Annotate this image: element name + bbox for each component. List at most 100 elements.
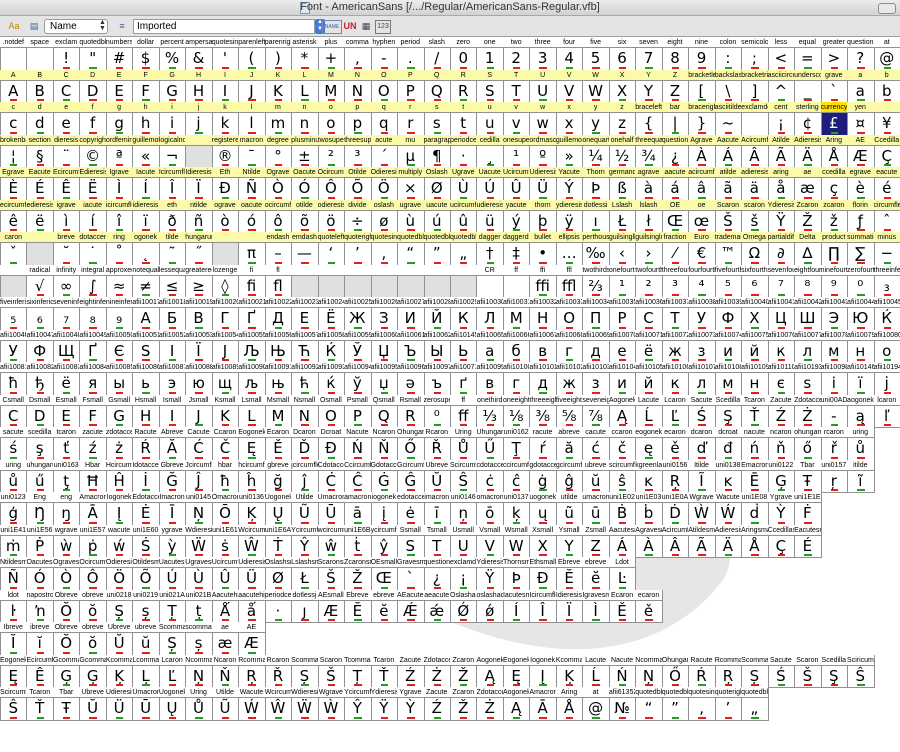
glyph-mark xyxy=(89,391,97,394)
glyph-name-label: afii10032 xyxy=(529,297,557,308)
glyph-mark xyxy=(248,359,256,361)
glyph-mark xyxy=(460,359,468,361)
glyph-name-label: afii10062 xyxy=(423,329,451,341)
glyph-mark xyxy=(565,261,574,264)
glyph-name-label: Ethsmall xyxy=(529,557,557,568)
glyph-mark xyxy=(327,554,336,556)
glyph-mark xyxy=(168,651,177,654)
glyph-mark xyxy=(486,131,494,134)
glyph-mark xyxy=(380,619,389,621)
glyph-name-label: Otildesmall xyxy=(132,557,160,568)
glyph-name-label xyxy=(0,264,28,276)
glyph-mark xyxy=(618,521,627,524)
glyph-source-field[interactable]: Imported ▲ ▼ xyxy=(133,19,325,34)
glyph-mark xyxy=(354,619,362,621)
glyph-mark xyxy=(195,651,203,654)
glyph-name-label: germandbls xyxy=(608,167,637,178)
glyph-mark xyxy=(274,326,283,329)
glyph-name-label: Nsmall xyxy=(291,394,319,406)
glyph-name-label: U xyxy=(529,69,557,81)
unicode-mode-icon[interactable]: UN xyxy=(343,20,357,32)
glyph-name-label: fivefourthsuperior xyxy=(714,264,743,276)
glyph-mark xyxy=(221,424,230,426)
glyph-mark xyxy=(274,554,283,556)
glyph-name-label: uacute xyxy=(423,199,451,211)
glyph-mark xyxy=(10,261,18,264)
glyph-name-label: B xyxy=(26,69,54,81)
glyph-mark xyxy=(142,131,150,134)
glyph-name-label: napostrophe xyxy=(26,589,54,601)
glyph-mark xyxy=(195,196,203,199)
glyph-mark xyxy=(10,489,18,491)
glyph-name-label: Aogonek xyxy=(502,687,531,698)
sort-mode-select[interactable]: Name ▲ ▼ xyxy=(44,19,108,34)
filter-icon[interactable]: ▤ xyxy=(28,20,40,32)
glyph-name-label: Scedilla xyxy=(714,394,743,406)
glyph-name-label: exclamdownsmall xyxy=(450,557,478,568)
glyph-mark xyxy=(433,554,441,556)
glyph-mark xyxy=(592,489,600,491)
glyph-name-label: Eogonek xyxy=(238,427,266,438)
glyph-name-label: Acircumflexsmall xyxy=(661,524,690,536)
glyph-name-label: at xyxy=(873,37,900,48)
glyph-mark xyxy=(724,716,733,719)
glyph-mark xyxy=(248,164,256,166)
glyph-mark xyxy=(645,521,653,524)
glyph-mark xyxy=(460,684,468,686)
glyph-name-label xyxy=(873,102,900,113)
glyph-mark xyxy=(618,456,627,459)
glyph-mark xyxy=(751,326,759,329)
glyph-name-label: section xyxy=(26,134,54,146)
glyph-mark xyxy=(539,196,547,199)
grid-mode-icon[interactable]: ▦ xyxy=(360,20,372,32)
glyph-name-label: bracketright xyxy=(741,69,769,81)
list-icon[interactable]: ≡ xyxy=(116,20,128,32)
glyph-mark xyxy=(63,196,71,199)
glyph-name-label: afii10086 xyxy=(132,362,160,373)
glyph-mark xyxy=(301,716,309,719)
glyph-name-label: Euro xyxy=(688,232,716,243)
glyph-mark xyxy=(301,99,309,101)
glyph-name-label: Ncommaaccent xyxy=(635,654,663,666)
glyph-name-label: Igravesmall xyxy=(582,589,610,601)
glyph-name-label: dcroat xyxy=(714,427,743,438)
glyph-name-label: Oslash xyxy=(423,167,451,178)
glyph-name-label: ff xyxy=(450,394,478,406)
glyph-name-label: uni1E08 xyxy=(741,492,769,503)
glyph-mark xyxy=(539,294,547,296)
glyph-mark xyxy=(830,326,839,329)
glyph-mark xyxy=(671,326,680,329)
glyph-name-label: Gcircumflex xyxy=(397,459,425,471)
glyph-grid[interactable]: .notdefspaceexclam!quotedbl"numbersign#d… xyxy=(0,37,900,752)
glyph-mark xyxy=(565,716,574,719)
glyph-mark xyxy=(592,684,600,686)
glyph-name-label: Qsmall xyxy=(370,394,399,406)
glyph-mark xyxy=(777,521,786,524)
glyph-name-label: Otilde xyxy=(344,167,372,178)
glyph-mark xyxy=(89,164,97,166)
glyph-name-label: guilsinglright xyxy=(635,232,663,243)
glyph-name-label: Ntilde xyxy=(238,167,266,178)
font-window-icon[interactable]: Aa xyxy=(6,20,22,32)
toolbar-toggle-button[interactable] xyxy=(878,3,896,14)
glyph-mark xyxy=(671,359,680,361)
glyph-name-label: X xyxy=(608,69,637,81)
glyph-name-label: gcircumflex xyxy=(555,459,584,471)
glyph-mark xyxy=(857,229,865,231)
glyph-name-label: itilde xyxy=(847,459,875,471)
glyph-mark xyxy=(10,684,18,686)
index-mode-icon[interactable]: 123 xyxy=(375,20,391,34)
glyph-mark xyxy=(115,586,124,589)
glyph-mark xyxy=(195,716,203,719)
glyph-name-label: zacute xyxy=(79,427,107,438)
glyph-mark xyxy=(618,619,627,621)
glyph-name-mode-icon[interactable]: NAME xyxy=(322,20,342,34)
glyph-name-label: dollar xyxy=(132,37,160,48)
glyph-name-label: obreve xyxy=(79,622,107,633)
glyph-mark xyxy=(115,651,124,654)
glyph-name-label: G xyxy=(158,69,187,81)
glyph-name-label: Aringsmall xyxy=(741,524,769,536)
glyph-name-label: Edotaccent xyxy=(132,492,160,503)
glyph-mark xyxy=(486,229,494,231)
glyph-name-label: seveninferior xyxy=(52,297,81,308)
